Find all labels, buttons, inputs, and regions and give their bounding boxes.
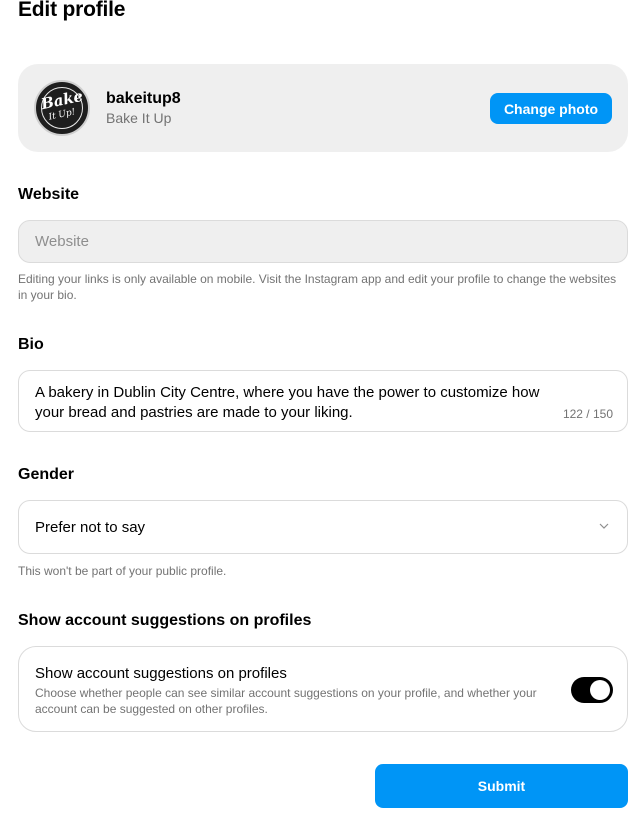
suggestions-title: Show account suggestions on profiles (35, 665, 287, 682)
bio-text: A bakery in Dublin City Centre, where yo… (35, 384, 540, 421)
bio-textarea[interactable]: A bakery in Dublin City Centre, where yo… (18, 370, 628, 432)
bio-character-count: 122 / 150 (562, 407, 613, 421)
avatar[interactable]: Bake It Up! (34, 80, 90, 136)
page-title: Edit profile (18, 0, 126, 21)
suggestions-section-label: Show account suggestions on profiles (18, 612, 312, 629)
full-name: Bake It Up (106, 110, 172, 126)
suggestions-card: Show account suggestions on profiles Cho… (18, 646, 628, 732)
toggle-knob (590, 680, 610, 700)
submit-button[interactable]: Submit (375, 764, 628, 808)
bio-label: Bio (18, 336, 44, 353)
website-help-text: Editing your links is only available on … (18, 272, 617, 302)
gender-select[interactable]: Prefer not to say (18, 500, 628, 554)
chevron-down-icon (599, 523, 609, 529)
gender-selected-value: Prefer not to say (35, 519, 146, 536)
website-input[interactable] (18, 220, 628, 263)
website-label: Website (18, 186, 80, 203)
profile-card: Bake It Up! bakeitup8 Bake It Up Change … (18, 64, 628, 152)
gender-label: Gender (18, 466, 75, 483)
change-photo-button[interactable]: Change photo (490, 93, 612, 124)
suggestions-description: Choose whether people can see similar ac… (35, 686, 537, 716)
gender-help-text: This won't be part of your public profil… (18, 564, 227, 578)
username: bakeitup8 (106, 90, 181, 107)
suggestions-toggle[interactable] (571, 677, 613, 703)
